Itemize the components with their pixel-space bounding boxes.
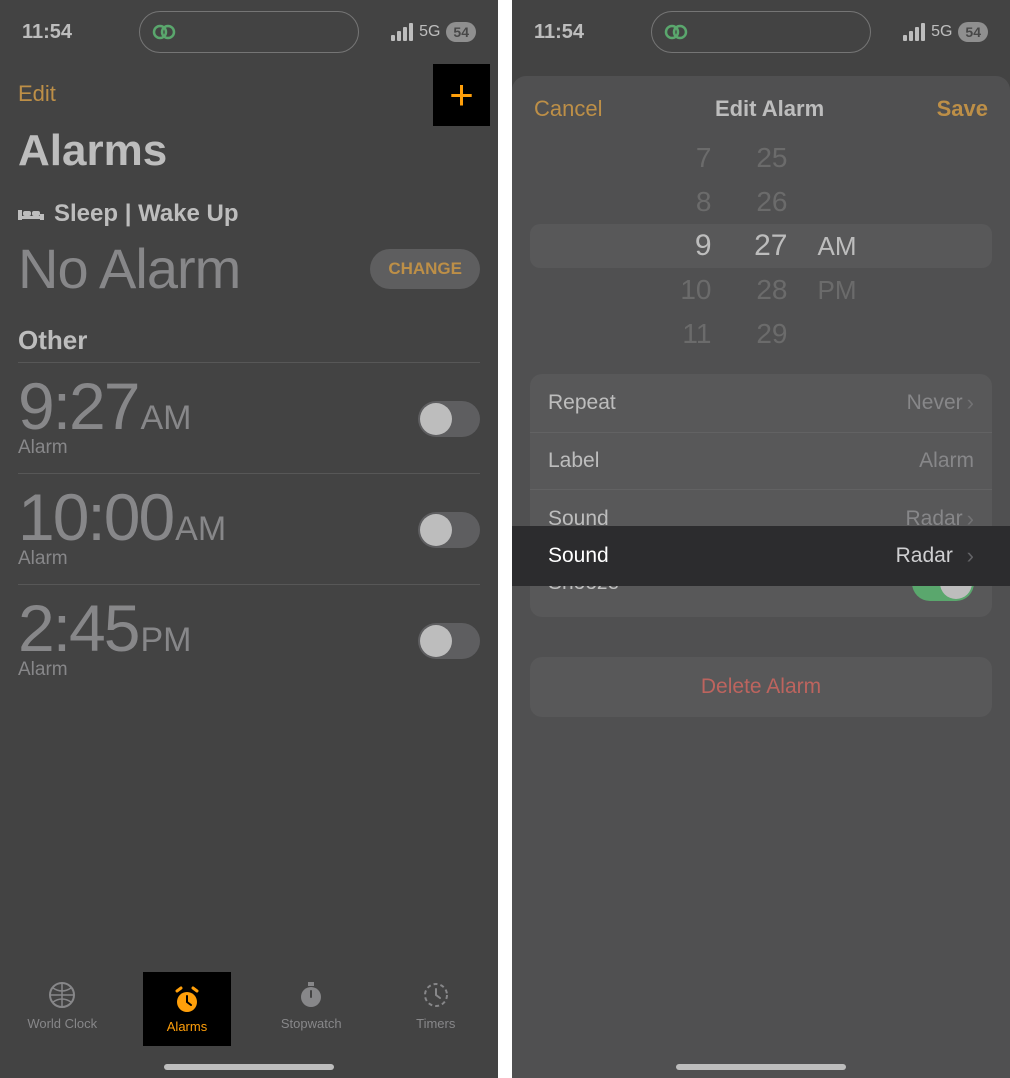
status-bar: 11:54 5G 54	[512, 0, 1010, 64]
setting-label: Label	[548, 449, 599, 473]
stopwatch-icon	[296, 980, 326, 1010]
status-bar: 11:54 5G 54	[0, 0, 498, 64]
status-right: 5G 54	[903, 22, 988, 42]
tab-bar: World Clock Alarms Stopwatch Timers	[0, 968, 498, 1078]
bed-icon	[18, 204, 44, 224]
tab-timers[interactable]: Timers	[386, 980, 486, 1078]
sleep-header: Sleep | Wake Up	[18, 200, 480, 228]
save-button[interactable]: Save	[937, 96, 988, 122]
link-rings-icon	[664, 21, 688, 43]
edit-button[interactable]: Edit	[18, 81, 56, 107]
alarm-time: 10:00	[18, 484, 173, 550]
time-picker[interactable]: 7 8 9 10 11 25 26 27 28 29 . . AM PM .	[530, 136, 992, 356]
alarm-toggle[interactable]	[418, 623, 480, 659]
alarm-clock-icon	[172, 985, 202, 1015]
network-label: 5G	[931, 23, 952, 41]
phone-right-edit-alarm: 11:54 5G 54 Cancel Edit Alarm Save 7 8 9…	[512, 0, 1010, 1078]
status-time: 11:54	[534, 21, 584, 44]
alarm-row[interactable]: 9:27AM Alarm	[18, 362, 480, 473]
chevron-right-icon: ›	[967, 543, 974, 569]
network-label: 5G	[419, 23, 440, 41]
delete-alarm-button[interactable]: Delete Alarm	[530, 657, 992, 717]
alarm-row[interactable]: 10:00AM Alarm	[18, 473, 480, 584]
picker-minutes[interactable]: 25 26 27 28 29	[742, 138, 788, 354]
alarm-ampm: AM	[140, 399, 191, 438]
sheet-nav: Cancel Edit Alarm Save	[512, 76, 1010, 130]
battery-level: 54	[958, 22, 988, 42]
tab-label: Alarms	[167, 1019, 207, 1034]
tab-label: Timers	[416, 1016, 455, 1031]
sleep-section: Sleep | Wake Up No Alarm CHANGE Other 9:…	[0, 200, 498, 695]
picker-ampm[interactable]: . . AM PM .	[818, 138, 857, 354]
alarm-toggle[interactable]	[418, 401, 480, 437]
home-indicator[interactable]	[164, 1064, 334, 1070]
add-alarm-button[interactable]: +	[433, 64, 490, 126]
plus-icon: +	[449, 71, 474, 119]
picker-hours[interactable]: 7 8 9 10 11	[666, 138, 712, 354]
status-right: 5G 54	[391, 22, 476, 42]
status-time: 11:54	[22, 21, 72, 44]
timer-icon	[421, 980, 451, 1010]
battery-level: 54	[446, 22, 476, 42]
alarms-nav: Edit +	[0, 64, 498, 120]
setting-label: Sound	[548, 544, 609, 568]
globe-icon	[47, 980, 77, 1010]
tab-world-clock[interactable]: World Clock	[12, 980, 112, 1078]
dynamic-island	[651, 11, 871, 53]
signal-icon	[391, 23, 413, 41]
tab-alarms-highlight[interactable]: Alarms	[143, 972, 231, 1046]
signal-icon	[903, 23, 925, 41]
phone-left-alarms: 11:54 5G 54 Edit + Alarms Sleep | Wake U…	[0, 0, 498, 1078]
alarm-ampm: AM	[175, 510, 226, 549]
change-sleep-button[interactable]: CHANGE	[370, 249, 480, 289]
alarm-time: 2:45	[18, 595, 138, 661]
setting-value: Radar	[896, 544, 953, 568]
label-row[interactable]: Label Alarm	[530, 433, 992, 490]
tab-label: Stopwatch	[281, 1016, 342, 1031]
alarm-ampm: PM	[140, 621, 191, 660]
setting-value: Alarm	[919, 449, 974, 473]
home-indicator[interactable]	[676, 1064, 846, 1070]
repeat-row[interactable]: Repeat Never›	[530, 374, 992, 433]
alarm-row[interactable]: 2:45PM Alarm	[18, 584, 480, 695]
link-rings-icon	[152, 21, 176, 43]
setting-label: Repeat	[548, 391, 616, 415]
cancel-button[interactable]: Cancel	[534, 96, 602, 122]
sound-row[interactable]: Sound Radar ›	[512, 526, 1010, 586]
sheet-title: Edit Alarm	[715, 96, 824, 122]
other-header: Other	[18, 325, 480, 356]
page-title: Alarms	[0, 120, 498, 186]
dynamic-island	[139, 11, 359, 53]
setting-value: Never	[907, 391, 963, 415]
chevron-right-icon: ›	[967, 390, 974, 416]
alarm-toggle[interactable]	[418, 512, 480, 548]
alarm-time: 9:27	[18, 373, 138, 439]
tab-label: World Clock	[27, 1016, 97, 1031]
sleep-no-alarm: No Alarm	[18, 236, 240, 301]
sleep-header-text: Sleep | Wake Up	[54, 200, 239, 228]
